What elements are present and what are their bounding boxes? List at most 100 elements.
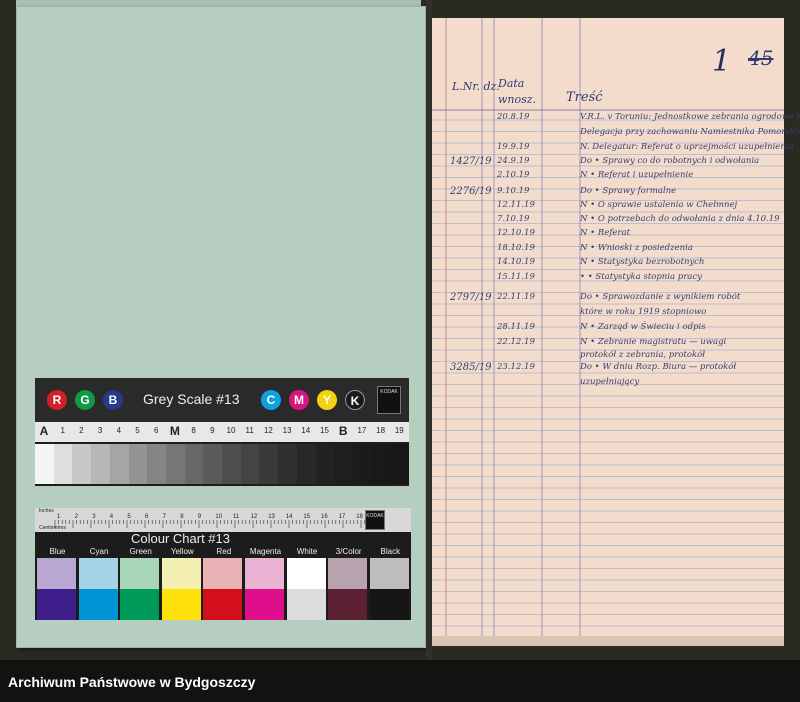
colour-label: White: [296, 547, 318, 556]
colour-label: Cyan: [89, 547, 109, 556]
entry-text: N • Zarząd w Świeciu i odpis: [580, 322, 706, 332]
ruler-number: 3: [92, 514, 96, 520]
grey-patch: [165, 444, 185, 484]
ruler-number: 11: [233, 514, 240, 520]
ruler-number: 6: [145, 514, 149, 520]
entry-date: 9.10.19: [497, 186, 530, 196]
colour-label: Blue: [49, 547, 66, 556]
entry-date: 28.11.19: [497, 322, 535, 332]
colour-swatch-light: [161, 558, 201, 589]
grey-patch: [72, 444, 92, 484]
entry-text: Do • W dniu Rozp. Biura — protokół: [580, 362, 737, 372]
entry-number: 2276/19: [450, 186, 492, 197]
folio-number-struck: 45: [748, 46, 774, 70]
colour-swatch-light: [37, 558, 76, 589]
colour-swatch-dark: [245, 589, 284, 620]
colour-swatch-light: [120, 558, 160, 589]
grey-patch: [147, 444, 167, 484]
ruler-number: 9: [197, 514, 202, 520]
column-header-content: Treść: [566, 90, 603, 105]
colour-label: 3/Color: [335, 547, 362, 556]
grey-patch: [315, 444, 335, 484]
entry-text: protokół z zebrania, protokół: [580, 350, 705, 360]
grey-patch: [203, 444, 223, 484]
grey-patch: [390, 444, 410, 484]
entry-number: 2797/19: [450, 292, 492, 303]
entry-text: N • Wnioski z posiedzenia: [580, 243, 693, 253]
entry-date: 12.10.19: [497, 228, 535, 238]
ruler-number: 13: [268, 514, 275, 520]
grey-scale-label: 9: [210, 426, 215, 435]
grey-scale-target: R G B Grey Scale #13 C M Y K KODAK A1234…: [35, 378, 410, 486]
grey-scale-label: 18: [376, 426, 386, 435]
entry-text: Do • Sprawozdanie z wynikiem robót: [580, 292, 741, 302]
ruler-number: 8: [180, 514, 184, 520]
cmyk-m-circle: M: [289, 390, 309, 410]
grey-patch: [35, 444, 54, 484]
entry-date: 14.10.19: [497, 257, 535, 267]
rgb-g-circle: G: [75, 390, 95, 410]
ruler-number: 4: [109, 514, 114, 520]
colour-swatch-dark: [120, 589, 160, 620]
colour-label: Green: [129, 547, 152, 556]
cmyk-k-circle: K: [345, 390, 365, 410]
folio-number: 1: [712, 44, 732, 79]
cmyk-y-circle: Y: [317, 390, 337, 410]
entry-number: 1427/19: [450, 156, 492, 167]
ruler-centimetres-label: Centimetres: [39, 525, 66, 531]
grey-scale-label: 14: [301, 426, 311, 435]
grey-scale-label: 15: [320, 426, 329, 435]
entry-text: N • Referat: [580, 228, 631, 238]
grey-scale-label: 13: [282, 426, 292, 435]
grey-scale-label: A: [39, 424, 49, 438]
grey-patch: [334, 444, 354, 484]
grey-scale-label: 19: [394, 426, 404, 435]
kodak-logo-colour: KODAK: [365, 510, 385, 530]
grey-scale-label: 17: [357, 426, 367, 435]
colour-chart-title: Colour Chart #13: [131, 531, 230, 546]
entry-text: N • Referat i uzupełnienie: [580, 170, 694, 180]
ruler-inches-label: Inches: [39, 508, 54, 514]
entry-date: 2.10.19: [497, 170, 530, 180]
grey-scale-label: 10: [226, 426, 236, 435]
grey-patch: [259, 444, 279, 484]
entry-text: N. Delegatur: Referat o uprzejmości uzup…: [580, 142, 794, 152]
colour-swatch-light: [245, 558, 284, 589]
kodak-logo: KODAK: [377, 386, 401, 414]
ruler-number: 12: [250, 514, 258, 520]
column-header-number: L.Nr. dz.: [452, 80, 500, 93]
ruler-number: 5: [127, 514, 131, 520]
colour-swatch-dark: [369, 589, 409, 620]
colour-swatch-light: [369, 558, 409, 589]
grey-scale-label: 4: [116, 426, 122, 435]
archive-footer: Archiwum Państwowe w Bydgoszczy: [0, 660, 800, 702]
ruler-number: 15: [303, 514, 311, 520]
colour-swatch-dark: [37, 589, 76, 620]
scan-image: 1 45 L.Nr. dz. Data wnosz. Treść 20.8.19…: [0, 0, 800, 660]
entry-date: 12.11.19: [497, 200, 535, 210]
ruler-number: 14: [285, 514, 293, 520]
colour-swatch-dark: [328, 589, 368, 620]
entry-text: które w roku 1919 stopniowo: [580, 307, 707, 317]
archive-name: Archiwum Państwowe w Bydgoszczy: [8, 674, 256, 690]
entry-date: 22.11.19: [497, 292, 535, 302]
grey-patch: [352, 444, 372, 484]
ruler-number: 7: [162, 514, 166, 520]
entry-text: Do • Sprawy co do robotnych i odwołania: [580, 156, 760, 166]
grey-scale-label: M: [169, 424, 180, 438]
entry-text: • • Statystyka stopnia pracy: [580, 272, 702, 282]
grey-patch: [371, 444, 391, 484]
grey-patch: [53, 444, 73, 484]
entry-text: N • Statystyka bezrobotnych: [580, 257, 705, 267]
entry-number: 3285/19: [450, 362, 492, 373]
colour-swatch-dark: [286, 589, 326, 620]
entry-text: Delegacja przy zachowaniu Namiestnika Po…: [580, 127, 800, 137]
grey-scale-label: 6: [153, 426, 159, 435]
grey-patch: [109, 444, 129, 484]
colour-chart-target: Inches Centimetres 1 2 3 4 5 6 7 8 9 10 11 12 13 14 15…: [35, 508, 411, 620]
entry-date: 7.10.19: [497, 214, 530, 224]
colour-label: Red: [216, 547, 232, 556]
grey-scale-label: 1: [60, 426, 65, 435]
grey-scale-header: R G B Grey Scale #13 C M Y K KODAK: [35, 378, 409, 422]
colour-swatch-dark: [203, 589, 243, 620]
